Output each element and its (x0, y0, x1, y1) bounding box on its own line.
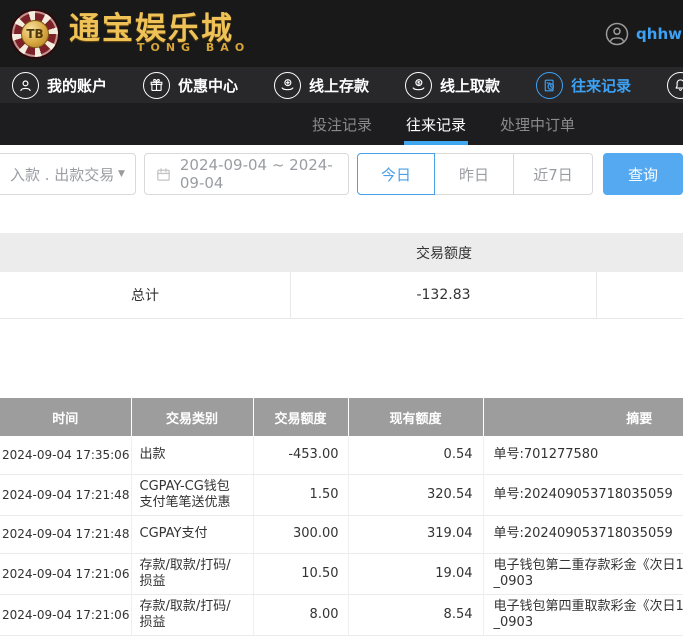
date-range-input[interactable]: 2024-09-04 ~ 2024-09-04 (144, 153, 349, 195)
records-icon (536, 72, 563, 99)
col-header-type: 交易类别 (131, 398, 253, 436)
nav-item-promotions[interactable]: 优惠中心 (143, 72, 238, 99)
summary-header-amount: 交易额度 (291, 243, 597, 263)
table-row: 2024-09-04 17:21:48 CGPAY支付 300.00 319.0… (0, 515, 683, 553)
brand-name-en: TONG BAO (137, 42, 250, 53)
cell-balance: 19.04 (348, 553, 483, 594)
cell-balance: 320.54 (348, 474, 483, 515)
search-button[interactable]: 查询 (603, 153, 683, 195)
nav-label: 我的账户 (47, 75, 107, 96)
table-row: 2024-09-04 17:35:06 出款 -453.00 0.54 单号:7… (0, 436, 683, 474)
deposit-coin-icon (274, 72, 301, 99)
cell-amount: 8.00 (253, 594, 348, 635)
nav-item-online-deposit[interactable]: 线上存款 (274, 72, 369, 99)
nav-label: 线上存款 (309, 75, 369, 96)
quick-range-group: 今日 昨日 近7日 (357, 153, 593, 195)
nav-label: 往来记录 (571, 75, 631, 96)
app-header: TB 通宝娱乐城 TONG BAO qhhw (0, 0, 683, 67)
cell-time: 2024-09-04 17:35:06 (0, 436, 131, 474)
summary-total-label: 总计 (0, 272, 291, 318)
record-tabs: 投注记录 往来记录 处理中订单 (0, 103, 683, 145)
cell-summary: 单号:701277580 (483, 436, 683, 474)
table-row: 2024-09-04 17:21:06 存款/取款/打码/ 损益 10.50 1… (0, 553, 683, 594)
date-range-value: 2024-09-04 ~ 2024-09-04 (180, 156, 338, 192)
summary-table: 交易额度 总计 -132.83 (0, 233, 683, 319)
calendar-icon (155, 166, 172, 183)
cell-summary: 电子钱包第四重取款彩金《次日1 _0903 (483, 594, 683, 635)
brand-logo[interactable]: TB 通宝娱乐城 TONG BAO (10, 9, 250, 59)
cell-amount: 10.50 (253, 553, 348, 594)
tab-betting-records[interactable]: 投注记录 (312, 103, 372, 145)
person-icon (12, 72, 39, 99)
cell-time: 2024-09-04 17:21:06 (0, 594, 131, 635)
user-account[interactable]: qhhw (605, 22, 683, 46)
gift-icon (143, 72, 170, 99)
summary-total-value: -132.83 (291, 272, 597, 318)
svg-text:$: $ (417, 80, 421, 86)
cell-summary: 单号:202409053718035059 (483, 474, 683, 515)
cell-type: CGPAY支付 (131, 515, 253, 553)
nav-item-notifications[interactable] (667, 72, 683, 99)
cell-time: 2024-09-04 17:21:48 (0, 474, 131, 515)
summary-total-row: 总计 -132.83 (0, 272, 683, 319)
cell-type: CGPAY-CG钱包 支付笔笔送优惠 (131, 474, 253, 515)
cell-balance: 319.04 (348, 515, 483, 553)
transaction-type-value: 入款 . 出款交易 (10, 164, 114, 185)
col-header-summary: 摘要 (483, 398, 683, 436)
cell-type: 出款 (131, 436, 253, 474)
col-header-time: 时间 (0, 398, 131, 436)
cell-balance: 0.54 (348, 436, 483, 474)
cell-balance: 8.54 (348, 594, 483, 635)
casino-chip-icon: TB (10, 9, 60, 59)
nav-item-online-withdraw[interactable]: $ 线上取款 (405, 72, 500, 99)
nav-item-transaction-records[interactable]: 往来记录 (536, 72, 631, 99)
username: qhhw (636, 25, 682, 43)
tab-transaction-records[interactable]: 往来记录 (406, 103, 466, 145)
tab-processing-orders[interactable]: 处理中订单 (500, 103, 575, 145)
filter-bar: 入款 . 出款交易 ▼ 2024-09-04 ~ 2024-09-04 今日 昨… (0, 145, 683, 195)
records-table: 时间 交易类别 交易额度 现有额度 摘要 2024-09-04 17:35:06… (0, 398, 683, 636)
user-avatar-icon (605, 22, 629, 46)
cell-time: 2024-09-04 17:21:06 (0, 553, 131, 594)
table-row: 2024-09-04 17:21:48 CGPAY-CG钱包 支付笔笔送优惠 1… (0, 474, 683, 515)
col-header-amount: 交易额度 (253, 398, 348, 436)
records-header-row: 时间 交易类别 交易额度 现有额度 摘要 (0, 398, 683, 436)
today-button[interactable]: 今日 (357, 153, 435, 195)
main-nav: 我的账户 优惠中心 线上存款 $ 线上取款 (0, 67, 683, 103)
bell-icon (667, 72, 683, 99)
cell-summary: 电子钱包第二重存款彩金《次日1 _0903 (483, 553, 683, 594)
chip-tb-text: TB (21, 20, 49, 48)
cell-amount: 300.00 (253, 515, 348, 553)
yesterday-button[interactable]: 昨日 (434, 153, 514, 195)
last7days-button[interactable]: 近7日 (513, 153, 593, 195)
nav-label: 线上取款 (440, 75, 500, 96)
cell-amount: 1.50 (253, 474, 348, 515)
brand-text: 通宝娱乐城 TONG BAO (69, 14, 250, 53)
col-header-balance: 现有额度 (348, 398, 483, 436)
nav-label: 优惠中心 (178, 75, 238, 96)
withdraw-coin-icon: $ (405, 72, 432, 99)
cell-type: 存款/取款/打码/ 损益 (131, 553, 253, 594)
cell-type: 存款/取款/打码/ 损益 (131, 594, 253, 635)
cell-amount: -453.00 (253, 436, 348, 474)
cell-time: 2024-09-04 17:21:48 (0, 515, 131, 553)
summary-header-row: 交易额度 (0, 233, 683, 272)
transaction-type-select[interactable]: 入款 . 出款交易 ▼ (0, 153, 136, 195)
chevron-down-icon: ▼ (118, 169, 125, 179)
table-row: 2024-09-04 17:21:06 存款/取款/打码/ 损益 8.00 8.… (0, 594, 683, 635)
cell-summary: 单号:202409053718035059 (483, 515, 683, 553)
nav-item-my-account[interactable]: 我的账户 (12, 72, 107, 99)
